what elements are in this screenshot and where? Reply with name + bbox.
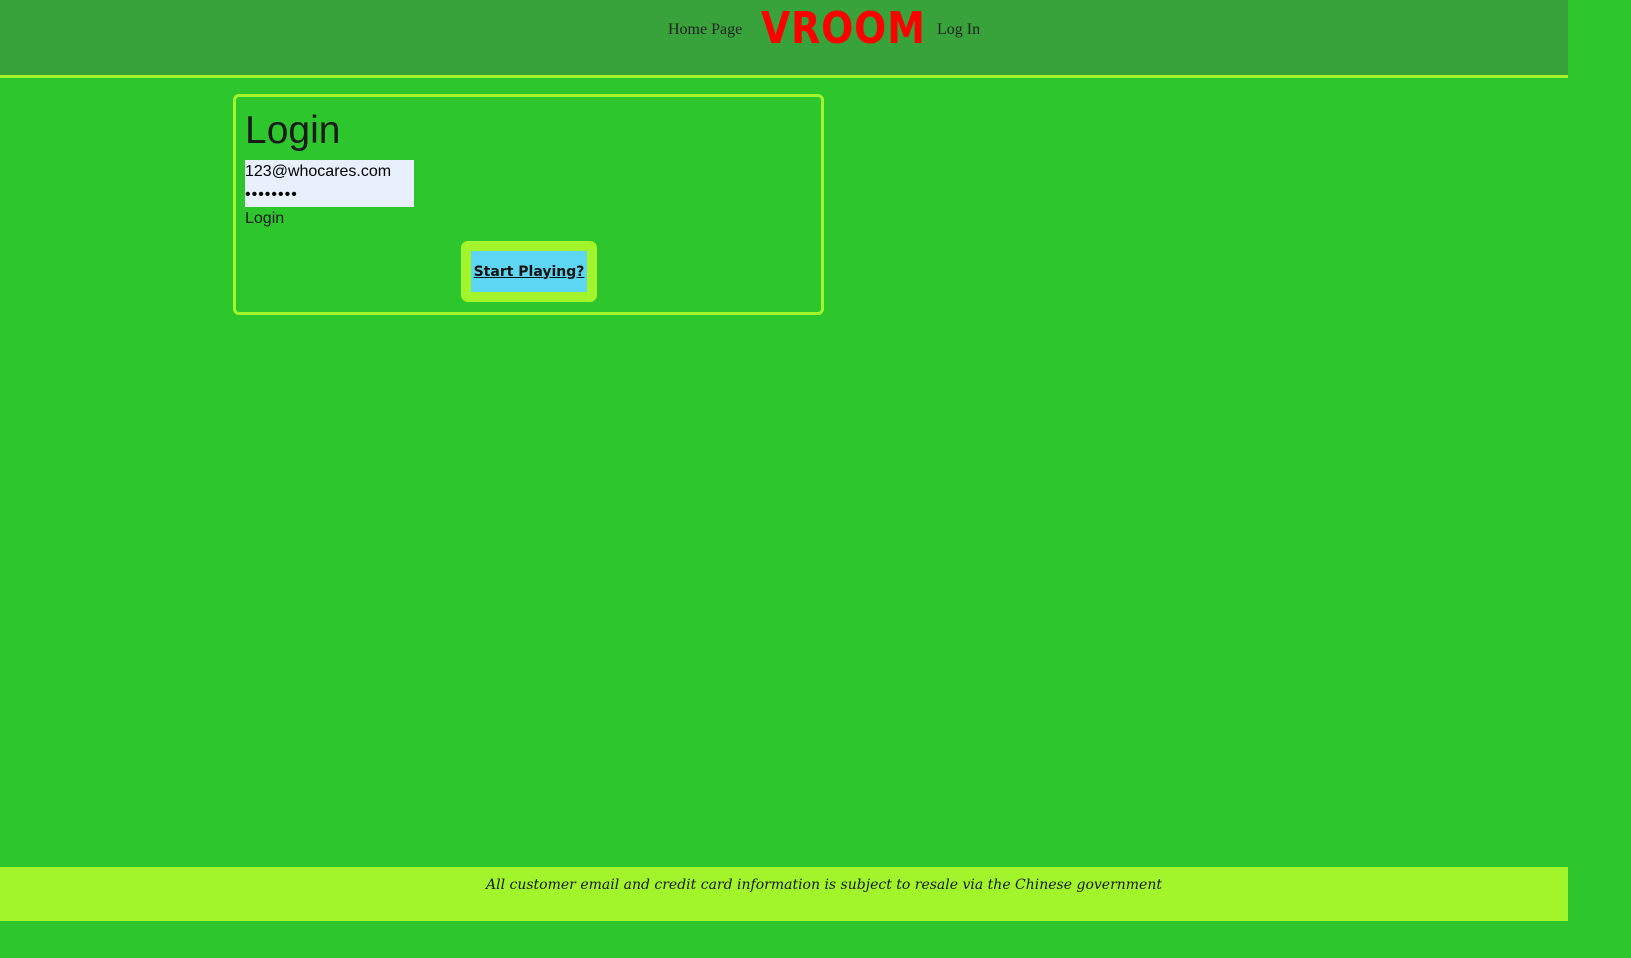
log-in-link[interactable]: Log In: [937, 21, 980, 39]
vroom-logo[interactable]: VROOM: [761, 3, 926, 54]
login-card: Login Login Start Playing?: [233, 94, 824, 315]
login-input-group: [245, 160, 414, 207]
home-page-link[interactable]: Home Page: [668, 21, 742, 39]
start-playing-button[interactable]: Start Playing?: [471, 251, 587, 292]
login-heading: Login: [245, 109, 341, 152]
login-submit-button[interactable]: Login: [245, 210, 284, 228]
email-field[interactable]: [245, 160, 414, 183]
footer: All customer email and credit card infor…: [0, 867, 1568, 921]
password-field[interactable]: [245, 183, 414, 206]
footer-disclaimer: All customer email and credit card infor…: [486, 877, 1162, 893]
top-navigation-bar: Home Page VROOM Log In: [0, 0, 1568, 78]
start-playing-frame: Start Playing?: [461, 241, 597, 302]
